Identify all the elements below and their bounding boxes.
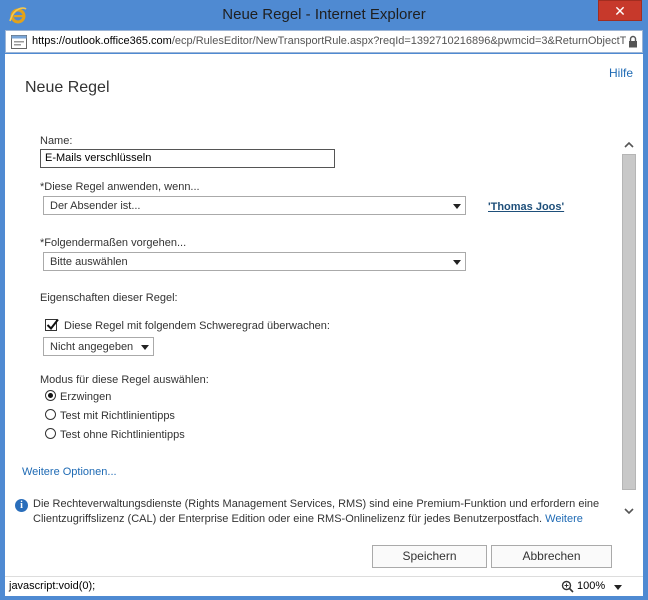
- scrollbar-thumb[interactable]: [622, 154, 636, 490]
- rms-more-link[interactable]: Weitere: [545, 513, 583, 525]
- condition-select[interactable]: Der Absender ist...: [43, 196, 466, 215]
- mode-label-test-with-tips: Test mit Richtlinientipps: [60, 410, 175, 422]
- mode-radio-test-with-tips[interactable]: [45, 409, 56, 420]
- zoom-icon[interactable]: [561, 580, 574, 593]
- status-bar: javascript:void(0); 100%: [5, 576, 643, 596]
- condition-label: *Diese Regel anwenden, wenn...: [40, 181, 200, 193]
- mode-radio-test-without-tips[interactable]: [45, 428, 56, 439]
- address-bar[interactable]: https://outlook.office365.com/ecp/RulesE…: [5, 30, 643, 53]
- mode-label: Modus für diese Regel auswählen:: [40, 374, 209, 386]
- url-protocol: https://: [32, 35, 66, 47]
- url-host: outlook.office365.com: [65, 35, 172, 47]
- url-path: /ecp/RulesEditor/NewTransportRule.aspx?r…: [171, 35, 626, 47]
- mode-radio-enforce[interactable]: [45, 390, 56, 401]
- zoom-level[interactable]: 100%: [577, 580, 605, 592]
- action-label: *Folgendermaßen vorgehen...: [40, 237, 187, 249]
- title-bar: Neue Regel - Internet Explorer ✕: [0, 0, 648, 30]
- dialog-content: Hilfe Neue Regel Name: E-Mails verschlüs…: [5, 54, 643, 576]
- info-icon: i: [15, 499, 28, 512]
- page-title: Neue Regel: [25, 79, 110, 96]
- checkmark-icon: [46, 318, 59, 331]
- chevron-down-icon: [453, 260, 461, 265]
- scroll-down-icon[interactable]: [622, 504, 636, 518]
- condition-user-link[interactable]: 'Thomas Joos': [488, 201, 564, 213]
- zoom-dropdown-icon[interactable]: [614, 585, 622, 590]
- rms-info-line-1: Die Rechteverwaltungsdienste (Rights Man…: [33, 498, 600, 510]
- status-text: javascript:void(0);: [9, 580, 96, 592]
- window-title: Neue Regel - Internet Explorer: [222, 6, 426, 23]
- save-button[interactable]: Speichern: [372, 545, 487, 568]
- scroll-up-icon[interactable]: [622, 138, 636, 152]
- name-input[interactable]: E-Mails verschlüsseln: [40, 149, 335, 168]
- rms-info-text: Die Rechteverwaltungsdienste (Rights Man…: [33, 497, 613, 527]
- scrollbar-track[interactable]: [621, 154, 637, 490]
- more-options-link[interactable]: Weitere Optionen...: [22, 466, 117, 478]
- action-select[interactable]: Bitte auswählen: [43, 252, 466, 271]
- cancel-button[interactable]: Abbrechen: [491, 545, 612, 568]
- chevron-down-icon: [453, 204, 461, 209]
- condition-select-value: Der Absender ist...: [50, 200, 141, 212]
- severity-select[interactable]: Nicht angegeben: [43, 337, 154, 356]
- chevron-down-icon: [141, 345, 149, 350]
- page-icon: [11, 35, 27, 49]
- properties-label: Eigenschaften dieser Regel:: [40, 292, 178, 304]
- severity-select-value: Nicht angegeben: [50, 341, 134, 353]
- rms-info-line-2: Clientzugriffslizenz (CAL) der Enterpris…: [33, 513, 543, 525]
- mode-label-test-without-tips: Test ohne Richtlinientipps: [60, 429, 185, 441]
- help-link[interactable]: Hilfe: [609, 66, 633, 80]
- lock-icon[interactable]: [628, 35, 638, 48]
- name-label: Name:: [40, 135, 73, 147]
- audit-checkbox[interactable]: [45, 318, 59, 331]
- close-button[interactable]: ✕: [598, 0, 642, 21]
- mode-label-enforce: Erzwingen: [60, 391, 112, 403]
- action-select-value: Bitte auswählen: [50, 256, 128, 268]
- audit-label: Diese Regel mit folgendem Schweregrad üb…: [64, 320, 330, 332]
- browser-window: Neue Regel - Internet Explorer ✕ https:/…: [0, 0, 648, 600]
- url-text[interactable]: https://outlook.office365.com/ecp/RulesE…: [32, 35, 626, 47]
